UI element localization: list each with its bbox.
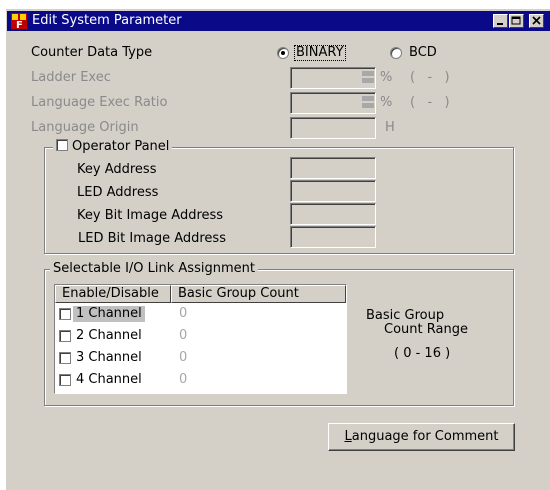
ladder-exec-spinner[interactable] — [362, 69, 374, 87]
table-row[interactable]: 4 Channel 0 — [55, 369, 345, 391]
binary-radio[interactable] — [277, 47, 289, 59]
io-link-table[interactable]: Enable/Disable Basic Group Count 1 Chann… — [54, 284, 347, 394]
led-address-label: LED Address — [77, 185, 159, 200]
key-address-field[interactable] — [290, 157, 376, 179]
led-bit-image-address-label: LED Bit Image Address — [78, 231, 226, 246]
language-exec-ratio-unit: % — [380, 95, 393, 110]
range-title-line-2: Count Range — [384, 322, 468, 337]
maximize-button[interactable] — [509, 14, 524, 28]
channel-1-count[interactable]: 0 — [179, 306, 187, 322]
key-bit-image-address-field[interactable] — [290, 203, 376, 225]
title-bar[interactable]: F Edit System Parameter — [7, 11, 550, 31]
language-origin-field[interactable] — [290, 117, 376, 139]
channel-2-checkbox[interactable] — [59, 330, 71, 342]
operator-panel-legend: Operator Panel — [53, 139, 173, 155]
close-button[interactable] — [529, 14, 544, 28]
channel-2-count[interactable]: 0 — [179, 328, 187, 344]
channel-1-checkbox[interactable] — [59, 308, 71, 320]
bcd-radio[interactable] — [390, 47, 402, 59]
table-row[interactable]: 2 Channel 0 — [55, 325, 345, 347]
counter-data-type-label: Counter Data Type — [31, 45, 153, 60]
svg-text:F: F — [16, 20, 23, 29]
column-header-enable[interactable]: Enable/Disable — [55, 285, 171, 303]
channel-4-count[interactable]: 0 — [179, 372, 187, 388]
channel-3-checkbox[interactable] — [59, 352, 71, 364]
language-exec-ratio-range: ( - ) — [410, 95, 450, 110]
ladder-exec-label: Ladder Exec — [31, 70, 111, 85]
ladder-exec-unit: % — [380, 70, 393, 85]
close-icon — [532, 16, 541, 25]
ladder-exec-range: ( - ) — [410, 70, 450, 85]
channel-4-name: 4 Channel — [76, 372, 142, 387]
channel-3-count[interactable]: 0 — [179, 350, 187, 366]
binary-radio-label[interactable]: BINARY — [294, 45, 346, 61]
led-address-field[interactable] — [290, 180, 376, 202]
language-for-comment-label: Language for Comment — [344, 429, 499, 444]
channel-3-name: 3 Channel — [76, 350, 142, 365]
language-origin-unit: H — [385, 120, 395, 135]
maximize-icon — [511, 16, 521, 25]
language-origin-label: Language Origin — [31, 120, 139, 135]
table-row[interactable]: 1 Channel 0 — [55, 303, 345, 325]
operator-panel-label[interactable]: Operator Panel — [72, 139, 169, 154]
led-bit-image-address-field[interactable] — [290, 226, 376, 248]
operator-panel-checkbox[interactable] — [56, 139, 68, 151]
range-value: ( 0 - 16 ) — [394, 346, 451, 361]
minimize-button[interactable] — [493, 14, 508, 28]
channel-2-name: 2 Channel — [76, 328, 142, 343]
language-exec-ratio-spinner[interactable] — [362, 94, 374, 112]
minimize-icon — [497, 23, 503, 25]
channel-4-checkbox[interactable] — [59, 374, 71, 386]
channel-1-name: 1 Channel — [73, 306, 145, 322]
table-row[interactable]: 3 Channel 0 — [55, 347, 345, 369]
bcd-radio-label[interactable]: BCD — [409, 45, 437, 61]
language-for-comment-button[interactable]: Language for Comment — [328, 423, 515, 451]
language-exec-ratio-label: Language Exec Ratio — [31, 95, 168, 110]
column-header-basic-group-count[interactable]: Basic Group Count — [171, 285, 346, 303]
app-f-icon: F — [11, 13, 27, 29]
window-title: Edit System Parameter — [32, 13, 182, 28]
io-link-legend: Selectable I/O Link Assignment — [50, 261, 258, 277]
key-bit-image-address-label: Key Bit Image Address — [77, 208, 224, 223]
key-address-label: Key Address — [77, 162, 157, 177]
